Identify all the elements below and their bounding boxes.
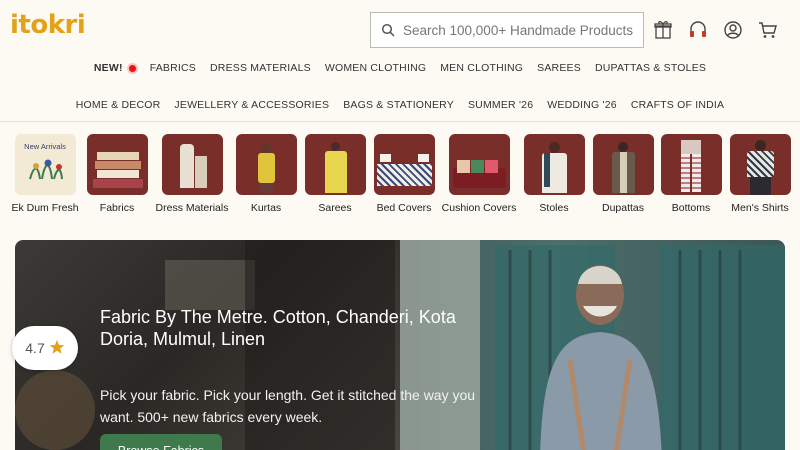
category-thumb: New Arrivals — [14, 134, 76, 195]
category-thumb — [161, 134, 223, 195]
hero-subtitle: Pick your fabric. Pick your length. Get … — [100, 387, 476, 425]
category-bed-covers[interactable]: Bed Covers — [364, 134, 444, 214]
thumb-caption: New Arrivals — [24, 142, 66, 151]
category-label: Fabrics — [99, 202, 135, 214]
category-mens-shirts[interactable]: Men's Shirts — [720, 134, 800, 214]
nav-item-sarees[interactable]: SAREES — [537, 62, 581, 74]
new-dot-icon — [128, 64, 136, 72]
category-fabrics[interactable]: Fabrics — [77, 134, 157, 214]
gift-icon[interactable] — [652, 19, 674, 41]
nav-item-jewellery[interactable]: JEWELLERY & ACCESSORIES — [174, 99, 329, 111]
category-thumb — [304, 134, 366, 195]
nav-item-wedding-26[interactable]: WEDDING '26 — [547, 99, 617, 111]
star-icon — [49, 339, 65, 358]
secondary-nav: HOME & DECOR JEWELLERY & ACCESSORIES BAG… — [0, 99, 800, 111]
search-input[interactable] — [403, 22, 643, 38]
headset-icon[interactable] — [687, 19, 709, 41]
category-stoles[interactable]: Stoles — [514, 134, 594, 214]
nav-item-fabrics[interactable]: FABRICS — [150, 62, 196, 74]
cart-icon[interactable] — [757, 19, 779, 41]
site-header: itokri NEW! FABRICS DRESS MATERIALS WOME… — [0, 0, 800, 122]
category-strip: New Arrivals Ek Dum Fresh Fabrics Dress … — [0, 134, 800, 216]
category-thumb — [592, 134, 654, 195]
search-icon — [377, 23, 399, 37]
category-label: Men's Shirts — [731, 202, 789, 214]
category-thumb — [660, 134, 722, 195]
hero-title: Fabric By The Metre. Cotton, Chanderi, K… — [100, 307, 456, 349]
category-kurtas[interactable]: Kurtas — [226, 134, 306, 214]
nav-item-summer-26[interactable]: SUMMER '26 — [468, 99, 533, 111]
category-thumb — [729, 134, 791, 195]
category-dress-materials[interactable]: Dress Materials — [152, 134, 232, 214]
nav-item-crafts-of-india[interactable]: CRAFTS OF INDIA — [631, 99, 724, 111]
category-label: Stoles — [539, 202, 569, 214]
nav-item-dupattas-stoles[interactable]: DUPATTAS & STOLES — [595, 62, 706, 74]
nav-item-home-decor[interactable]: HOME & DECOR — [76, 99, 161, 111]
nav-item-bags-stationery[interactable]: BAGS & STATIONERY — [343, 99, 454, 111]
category-thumb — [235, 134, 297, 195]
primary-nav: NEW! FABRICS DRESS MATERIALS WOMEN CLOTH… — [0, 62, 800, 74]
category-label: Bed Covers — [376, 202, 432, 214]
category-sarees[interactable]: Sarees — [295, 134, 375, 214]
rating-value: 4.7 — [25, 340, 45, 356]
nav-item-new[interactable]: NEW! — [94, 62, 136, 74]
nav-item-label: NEW! — [93, 62, 123, 74]
category-label: Sarees — [318, 202, 352, 214]
brand-logo[interactable]: itokri — [10, 10, 86, 40]
nav-item-dress-materials[interactable]: DRESS MATERIALS — [210, 62, 311, 74]
nav-item-men-clothing[interactable]: MEN CLOTHING — [440, 62, 523, 74]
category-label: Kurtas — [250, 202, 282, 214]
category-bottoms[interactable]: Bottoms — [651, 134, 731, 214]
browse-fabrics-button[interactable]: Browse Fabrics — [100, 434, 222, 450]
category-cushion-covers[interactable]: Cushion Covers — [439, 134, 519, 214]
category-thumb — [448, 134, 510, 195]
category-thumb — [523, 134, 585, 195]
category-thumb — [373, 134, 435, 195]
category-ek-dum-fresh[interactable]: New Arrivals Ek Dum Fresh — [5, 134, 85, 214]
rating-badge[interactable]: 4.7 — [12, 326, 78, 370]
category-label: Dress Materials — [155, 202, 229, 214]
search-bar[interactable] — [370, 12, 644, 48]
user-icon[interactable] — [722, 19, 744, 41]
category-label: Bottoms — [671, 202, 711, 214]
hero-banner: Fabric By The Metre. Cotton, Chanderi, K… — [15, 240, 785, 450]
category-label: Cushion Covers — [441, 202, 517, 214]
category-label: Ek Dum Fresh — [11, 202, 79, 214]
nav-item-women-clothing[interactable]: WOMEN CLOTHING — [325, 62, 426, 74]
category-thumb — [86, 134, 148, 195]
